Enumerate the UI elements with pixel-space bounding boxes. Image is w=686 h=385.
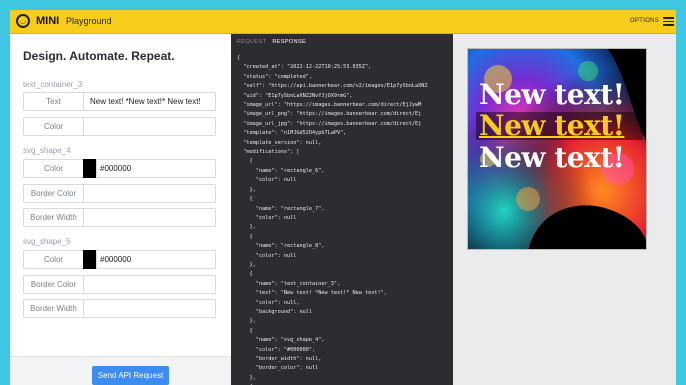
svg4-color-input[interactable]: #000000: [96, 159, 216, 178]
bear-logo-icon: ◡: [16, 14, 30, 28]
brand-name: MINI: [36, 15, 60, 27]
tab-response[interactable]: RESPONSE: [272, 39, 306, 45]
form-heading: Design. Automate. Repeat.: [23, 49, 175, 63]
menu-icon[interactable]: [663, 17, 674, 26]
svg4-border-width-label: Border Width: [23, 208, 83, 227]
svg4-color-swatch[interactable]: [83, 159, 96, 178]
svg5-border-width-label: Border Width: [23, 299, 83, 318]
app-frame: ◡ MINI Playground OPTIONS Design. Automa…: [10, 10, 676, 385]
text-color-input[interactable]: [83, 117, 216, 136]
svg4-border-color-label: Border Color: [23, 184, 83, 203]
form-panel: Design. Automate. Repeat. text_container…: [10, 34, 231, 385]
svg4-border-color-input[interactable]: [83, 184, 216, 203]
options-label[interactable]: OPTIONS: [630, 18, 659, 24]
text-input[interactable]: New text! *New text!* New text!: [83, 92, 216, 111]
text-label: Text: [23, 92, 83, 111]
svg5-color-input[interactable]: #000000: [96, 250, 216, 269]
preview-text-line-3: New text!: [479, 141, 625, 174]
section-label-svg-shape-4: svg_shape_4: [23, 146, 71, 155]
preview-image: New text! New text! New text!: [467, 48, 647, 250]
top-bar: ◡ MINI Playground OPTIONS: [10, 10, 676, 34]
section-label-svg-shape-5: svg_shape_5: [23, 237, 71, 246]
text-color-label: Color: [23, 117, 83, 136]
section-label-text-container: text_container_3: [23, 80, 83, 89]
svg5-border-color-label: Border Color: [23, 275, 83, 294]
api-response-panel: REQUEST RESPONSE { "created_at": "2022-1…: [231, 34, 453, 385]
tab-request[interactable]: REQUEST: [237, 39, 266, 45]
preview-text-line-2: New text!: [479, 109, 625, 142]
preview-text-line-1: New text!: [479, 78, 625, 111]
send-api-request-button[interactable]: Send API Request: [92, 366, 169, 385]
svg5-border-width-input[interactable]: [83, 299, 216, 318]
svg4-color-label: Color: [23, 159, 83, 178]
svg4-border-width-input[interactable]: [83, 208, 216, 227]
svg5-color-swatch[interactable]: [83, 250, 96, 269]
response-json: { "created_at": "2022-12-22T10:25:53.035…: [237, 55, 428, 385]
brand-subtitle: Playground: [66, 16, 112, 26]
code-tabs: REQUEST RESPONSE: [237, 39, 310, 45]
svg5-border-color-input[interactable]: [83, 275, 216, 294]
preview-panel: New text! New text! New text!: [453, 34, 676, 385]
svg5-color-label: Color: [23, 250, 83, 269]
